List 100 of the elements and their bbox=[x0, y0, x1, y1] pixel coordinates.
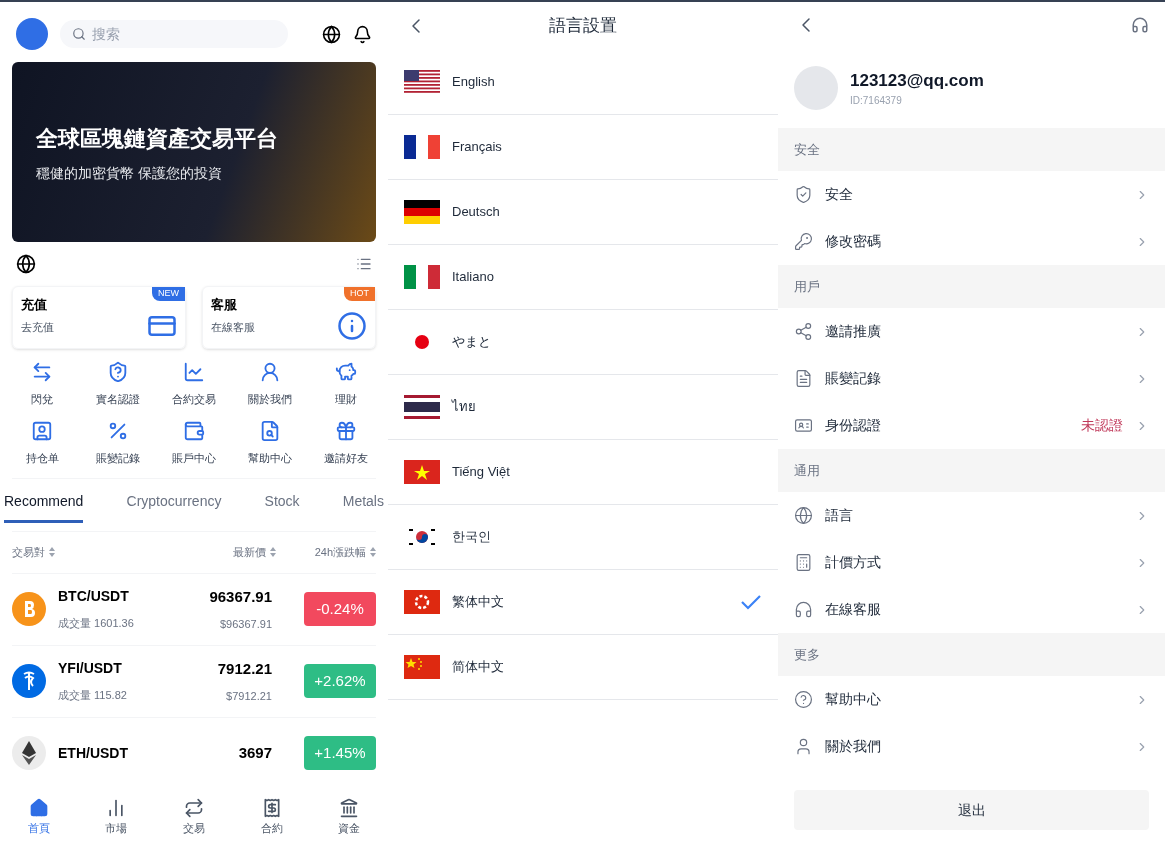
shortcut-item[interactable]: 實名認證 bbox=[80, 361, 156, 408]
user-email: 123123@qq.com bbox=[850, 69, 984, 92]
shortcut-item[interactable]: 關於我們 bbox=[232, 361, 308, 408]
piggy-bank-icon bbox=[335, 361, 357, 383]
settings-item[interactable]: 賬變記錄 bbox=[778, 355, 1165, 402]
section-header: 安全 bbox=[778, 128, 1165, 171]
card-badge: NEW bbox=[152, 287, 185, 301]
market-tab[interactable]: Stock bbox=[260, 491, 304, 531]
language-item[interactable]: 简体中文 bbox=[388, 635, 778, 700]
section-header: 更多 bbox=[778, 633, 1165, 676]
market-row[interactable]: ETH/USDT 3697 +1.45% bbox=[12, 716, 376, 789]
settings-item[interactable]: 邀請推廣 bbox=[778, 308, 1165, 355]
banner-title: 全球區塊鏈資產交易平台 bbox=[36, 124, 279, 153]
flag-icon bbox=[404, 200, 440, 224]
globe-icon bbox=[794, 506, 813, 525]
exchange-icon bbox=[31, 361, 53, 383]
coin-logo-icon bbox=[12, 664, 46, 698]
language-item[interactable]: Deutsch bbox=[388, 180, 778, 245]
price-text: 96367.91 bbox=[209, 586, 272, 607]
language-item[interactable]: Tiếng Việt bbox=[388, 440, 778, 505]
flag-icon bbox=[404, 70, 440, 94]
market-tab[interactable]: Recommend bbox=[0, 491, 88, 531]
shortcut-item[interactable]: 合約交易 bbox=[156, 361, 232, 408]
flag-icon bbox=[404, 460, 440, 484]
flag-icon bbox=[404, 655, 440, 679]
change-badge: -0.24% bbox=[304, 592, 376, 626]
sort-icon[interactable] bbox=[49, 547, 55, 558]
market-tab[interactable]: Cryptocurrency bbox=[122, 491, 226, 531]
pair-name: ETH/USDT bbox=[58, 743, 129, 763]
column-header[interactable]: 24h漲跌幅 bbox=[314, 544, 366, 561]
settings-item[interactable]: 身份認證 未認證 bbox=[778, 402, 1165, 449]
settings-item[interactable]: 語言 bbox=[778, 492, 1165, 539]
nav-item[interactable]: 合約 bbox=[260, 798, 283, 837]
settings-item[interactable]: 關於我們 bbox=[778, 723, 1165, 770]
logout-button[interactable]: 退出 bbox=[794, 790, 1149, 830]
price-text: 3697 bbox=[238, 742, 272, 763]
volume-text: 成交量 115.82 bbox=[58, 688, 128, 704]
status-text: 未認證 bbox=[1081, 416, 1123, 435]
settings-item[interactable]: 修改密碼 bbox=[778, 218, 1165, 265]
avatar-logo bbox=[16, 18, 48, 50]
shortcut-item[interactable]: 持仓单 bbox=[4, 419, 80, 466]
shortcut-item[interactable]: 賬變記錄 bbox=[80, 419, 156, 466]
help-icon bbox=[794, 690, 813, 709]
card-badge: HOT bbox=[344, 287, 375, 301]
market-tab[interactable]: Metals bbox=[338, 491, 388, 531]
bell-icon[interactable] bbox=[353, 24, 372, 44]
chart-icon bbox=[183, 361, 205, 383]
settings-item[interactable]: 安全 bbox=[778, 171, 1165, 218]
user-icon bbox=[794, 737, 813, 756]
shortcut-item[interactable]: 幫助中心 bbox=[232, 419, 308, 466]
globe-icon[interactable] bbox=[16, 254, 36, 274]
globe-icon[interactable] bbox=[322, 24, 341, 44]
shortcut-item[interactable]: 閃兌 bbox=[4, 361, 80, 408]
volume-text: 成交量 1601.36 bbox=[58, 616, 135, 632]
section-header: 用戶 bbox=[778, 265, 1165, 308]
language-item[interactable]: Italiano bbox=[388, 245, 778, 310]
change-badge: +1.45% bbox=[304, 736, 376, 770]
language-item[interactable]: ไทย bbox=[388, 375, 778, 440]
avatar-placeholder bbox=[794, 66, 838, 110]
shield-icon bbox=[794, 185, 813, 204]
sort-icon[interactable] bbox=[270, 547, 276, 558]
home-icon bbox=[28, 798, 49, 819]
column-header[interactable]: 最新價 bbox=[233, 544, 266, 561]
shortcut-item[interactable]: 賬戶中心 bbox=[156, 419, 232, 466]
document-icon bbox=[259, 419, 281, 442]
market-row[interactable]: YFI/USDT 成交量 115.82 7912.21 $7912.21 +2.62% bbox=[12, 644, 376, 717]
settings-item[interactable]: 幫助中心 bbox=[778, 676, 1165, 723]
language-item[interactable]: 繁体中文 bbox=[388, 570, 778, 635]
page-title: 語言設置 bbox=[549, 15, 617, 38]
settings-item[interactable]: 在線客服 bbox=[778, 586, 1165, 633]
list-icon[interactable] bbox=[356, 256, 372, 272]
card-subtitle: 去充值 bbox=[21, 319, 54, 335]
usd-price-text: $7912.21 bbox=[226, 689, 272, 704]
language-item[interactable]: English bbox=[388, 50, 778, 115]
market-row[interactable]: BTC/USDT 成交量 1601.36 96367.91 $96367.91 -0.24% bbox=[12, 572, 376, 645]
sort-icon[interactable] bbox=[370, 547, 376, 558]
user-info-icon bbox=[259, 361, 281, 383]
banner[interactable]: 全球區塊鏈資產交易平台 穩健的加密貨幣 保護您的投資 bbox=[12, 62, 376, 242]
nav-item[interactable]: 交易 bbox=[183, 798, 205, 837]
search-icon bbox=[72, 27, 86, 41]
language-item[interactable]: Français bbox=[388, 115, 778, 180]
search-field[interactable]: 搜索 bbox=[60, 20, 288, 48]
settings-item[interactable]: 計價方式 bbox=[778, 539, 1165, 586]
shortcut-item[interactable]: 邀請好友 bbox=[308, 419, 384, 466]
share-icon bbox=[794, 322, 813, 341]
user-card-icon bbox=[31, 419, 53, 442]
change-badge: +2.62% bbox=[304, 664, 376, 698]
nav-item[interactable]: 首頁 bbox=[27, 798, 50, 837]
shortcut-card[interactable]: 充值 去充值 NEW bbox=[12, 286, 186, 349]
banner-subtitle: 穩健的加密貨幣 保護您的投資 bbox=[36, 163, 223, 183]
usd-price-text: $96367.91 bbox=[220, 617, 272, 632]
headset-icon[interactable] bbox=[1131, 16, 1149, 34]
coin-logo-icon bbox=[12, 736, 46, 770]
column-header[interactable]: 交易對 bbox=[12, 544, 45, 561]
nav-item[interactable]: 市場 bbox=[105, 798, 128, 837]
nav-item[interactable]: 資金 bbox=[338, 798, 361, 837]
card-title: 充值 bbox=[21, 296, 48, 314]
shortcut-item[interactable]: 理財 bbox=[308, 361, 384, 408]
key-icon bbox=[794, 232, 813, 251]
shortcut-card[interactable]: 客服 在線客服 HOT bbox=[202, 286, 376, 349]
